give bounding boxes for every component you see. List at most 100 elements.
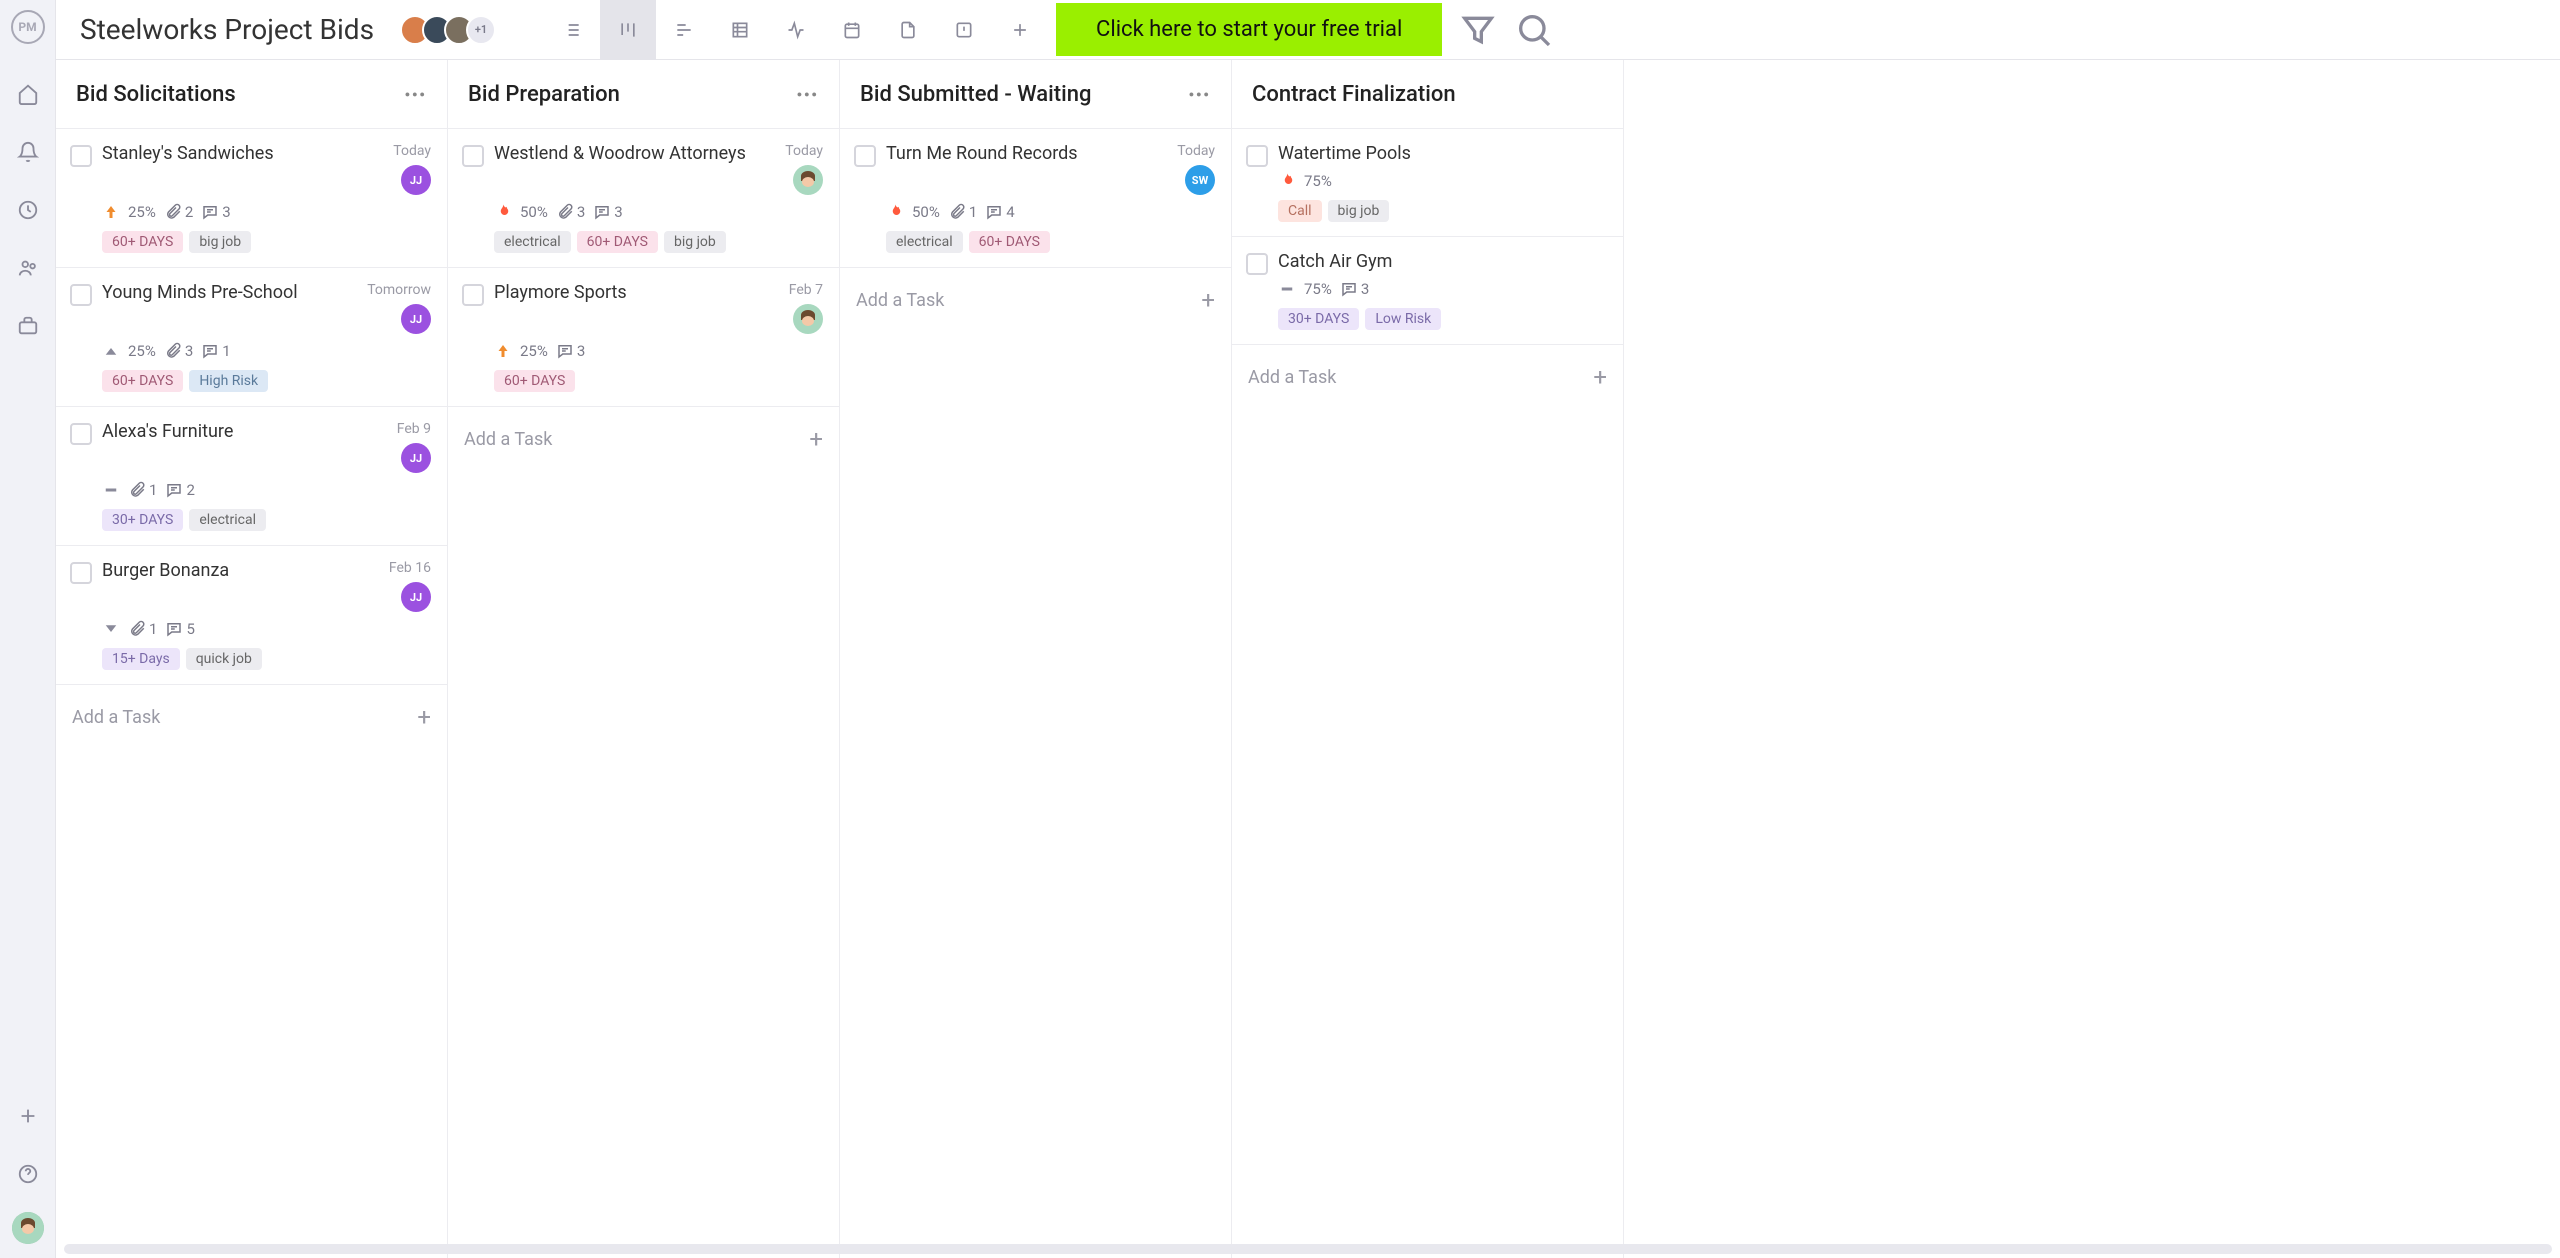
comments-count: 2 (165, 481, 194, 499)
add-task-button[interactable]: Add a Task+ (840, 267, 1231, 332)
task-tag[interactable]: 60+ DAYS (102, 370, 183, 392)
task-checkbox[interactable] (462, 284, 484, 306)
comments-count: 3 (593, 203, 622, 221)
task-due-date: Tomorrow (367, 282, 431, 298)
task-checkbox[interactable] (70, 423, 92, 445)
task-checkbox[interactable] (1246, 145, 1268, 167)
kanban-board: Bid Solicitations●●●Stanley's Sandwiches… (56, 60, 2560, 1258)
task-checkbox[interactable] (854, 145, 876, 167)
team-icon[interactable] (8, 248, 48, 288)
header: Steelworks Project Bids +1 Click here to… (56, 0, 2560, 60)
task-tag[interactable]: quick job (186, 648, 262, 670)
task-assignee-avatar[interactable] (793, 304, 823, 334)
task-tag[interactable]: 60+ DAYS (577, 231, 658, 253)
search-icon[interactable] (1514, 10, 1554, 50)
view-tab-sheet[interactable] (712, 0, 768, 60)
task-tag[interactable]: big job (189, 231, 251, 253)
task-card[interactable]: Watertime Pools75%Callbig job (1232, 128, 1623, 236)
task-checkbox[interactable] (1246, 253, 1268, 275)
plus-icon[interactable] (8, 1096, 48, 1136)
comments-count: 1 (201, 342, 230, 360)
task-tag[interactable]: 60+ DAYS (969, 231, 1050, 253)
task-tag[interactable]: big job (1328, 200, 1390, 222)
task-card[interactable]: Playmore SportsFeb 725%360+ DAYS (448, 267, 839, 406)
task-card[interactable]: Alexa's FurnitureFeb 9JJ1230+ DAYSelectr… (56, 406, 447, 545)
task-title: Playmore Sports (494, 282, 627, 303)
task-card[interactable]: Turn Me Round RecordsTodaySW50%14electri… (840, 128, 1231, 267)
task-title: Watertime Pools (1278, 143, 1411, 164)
add-task-button[interactable]: Add a Task+ (56, 684, 447, 749)
board-column: Contract FinalizationWatertime Pools75%C… (1232, 60, 1624, 1258)
board-column: Bid Preparation ●●● Westlend & Woodrow Att… (448, 60, 840, 1258)
view-tab-files[interactable] (880, 0, 936, 60)
member-avatars[interactable]: +1 (400, 15, 496, 45)
member-avatar-more[interactable]: +1 (466, 15, 496, 45)
comments-count: 5 (165, 620, 194, 638)
task-assignee-avatar[interactable]: SW (1185, 165, 1215, 195)
task-tag[interactable]: High Risk (189, 370, 268, 392)
task-assignee-avatar[interactable]: JJ (401, 304, 431, 334)
user-avatar[interactable] (12, 1212, 44, 1244)
task-checkbox[interactable] (70, 145, 92, 167)
task-tag[interactable]: 30+ DAYS (102, 509, 183, 531)
view-tab-gantt[interactable] (656, 0, 712, 60)
priority-icon (102, 620, 120, 638)
task-checkbox[interactable] (462, 145, 484, 167)
task-assignee-avatar[interactable]: JJ (401, 582, 431, 612)
task-tag[interactable]: electrical (494, 231, 571, 253)
task-due-date: Feb 7 (789, 282, 823, 298)
column-more-icon[interactable]: ●●● (1189, 89, 1211, 100)
view-tabs (544, 0, 1048, 60)
plus-icon: + (1201, 286, 1215, 314)
column-more-icon[interactable]: ●●● (405, 89, 427, 100)
home-icon[interactable] (8, 74, 48, 114)
task-due-date: Today (1177, 143, 1215, 159)
horizontal-scrollbar[interactable] (64, 1244, 2552, 1254)
task-due-date: Today (785, 143, 823, 159)
task-checkbox[interactable] (70, 284, 92, 306)
task-tag[interactable]: 30+ DAYS (1278, 308, 1359, 330)
help-icon[interactable] (8, 1154, 48, 1194)
view-tab-list[interactable] (544, 0, 600, 60)
task-tag[interactable]: electrical (886, 231, 963, 253)
add-task-button[interactable]: Add a Task+ (1232, 344, 1623, 409)
attachments-count: 2 (164, 203, 193, 221)
add-task-button[interactable]: Add a Task+ (448, 406, 839, 471)
task-tag[interactable]: 60+ DAYS (102, 231, 183, 253)
task-card[interactable]: Westlend & Woodrow AttorneysToday50%33el… (448, 128, 839, 267)
task-card[interactable]: Young Minds Pre-SchoolTomorrowJJ25%3160+… (56, 267, 447, 406)
task-card[interactable]: Burger BonanzaFeb 16JJ1515+ Daysquick jo… (56, 545, 447, 684)
task-tag[interactable]: 60+ DAYS (494, 370, 575, 392)
task-tag[interactable]: Call (1278, 200, 1322, 222)
column-title: Bid Solicitations (76, 82, 236, 107)
task-checkbox[interactable] (70, 562, 92, 584)
task-title: Alexa's Furniture (102, 421, 233, 442)
task-card[interactable]: Stanley's SandwichesTodayJJ25%2360+ DAYS… (56, 128, 447, 267)
filter-icon[interactable] (1458, 10, 1498, 50)
task-assignee-avatar[interactable]: JJ (401, 443, 431, 473)
view-tab-calendar[interactable] (824, 0, 880, 60)
task-progress: 75% (1304, 280, 1332, 298)
view-tab-risk[interactable] (936, 0, 992, 60)
task-assignee-avatar[interactable] (793, 165, 823, 195)
view-tab-add[interactable] (992, 0, 1048, 60)
task-due-date: Feb 16 (389, 560, 431, 576)
task-assignee-avatar[interactable]: JJ (401, 165, 431, 195)
add-task-label: Add a Task (464, 429, 552, 450)
task-tag[interactable]: big job (664, 231, 726, 253)
view-tab-activity[interactable] (768, 0, 824, 60)
trial-banner[interactable]: Click here to start your free trial (1056, 3, 1442, 56)
task-tag[interactable]: Low Risk (1365, 308, 1441, 330)
add-task-label: Add a Task (1248, 367, 1336, 388)
task-tag[interactable]: electrical (189, 509, 266, 531)
briefcase-icon[interactable] (8, 306, 48, 346)
clock-icon[interactable] (8, 190, 48, 230)
task-tag[interactable]: 15+ Days (102, 648, 180, 670)
app-logo[interactable]: PM (11, 10, 45, 44)
bell-icon[interactable] (8, 132, 48, 172)
column-more-icon[interactable]: ●●● (797, 89, 819, 100)
task-card[interactable]: Catch Air Gym75%330+ DAYSLow Risk (1232, 236, 1623, 344)
view-tab-board[interactable] (600, 0, 656, 60)
priority-icon (494, 342, 512, 360)
column-title: Bid Preparation (468, 82, 620, 107)
